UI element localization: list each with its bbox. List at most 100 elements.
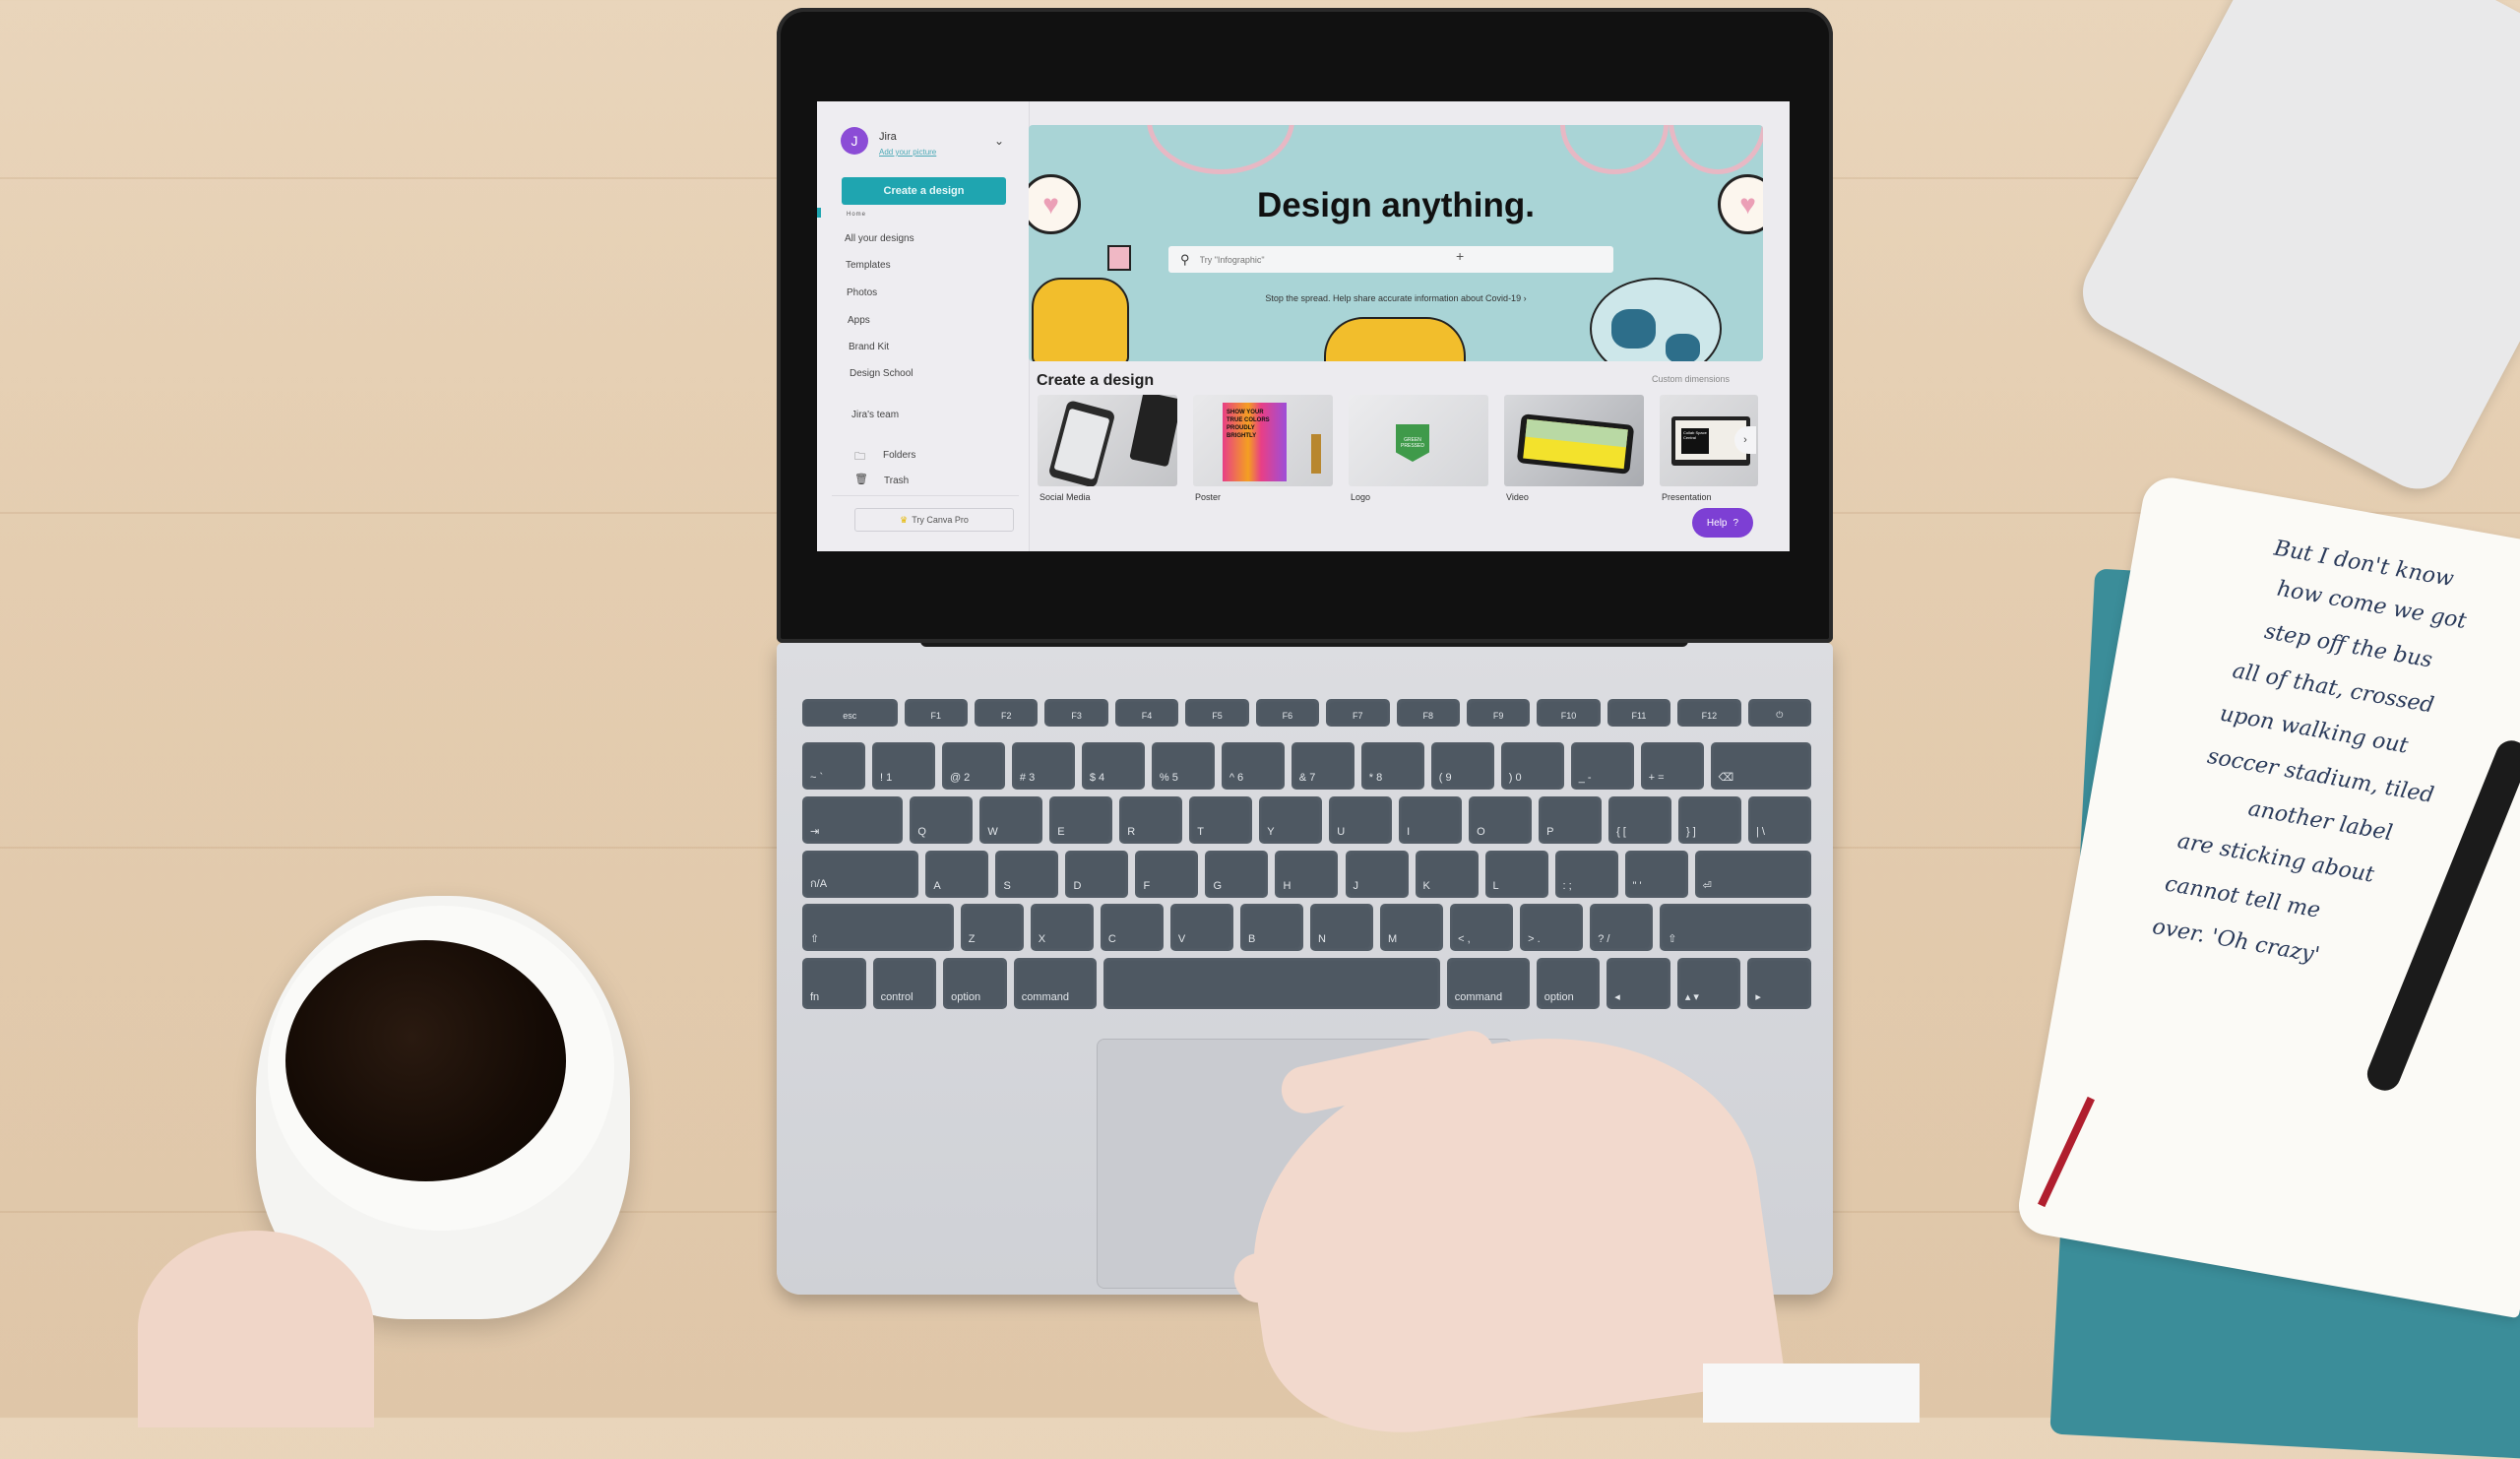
sidebar-item-brand-kit[interactable]: Brand Kit (849, 342, 889, 352)
search-bar[interactable]: ⚲ + (1168, 246, 1613, 273)
key[interactable]: option (943, 958, 1007, 1009)
key[interactable]: G (1205, 851, 1269, 898)
key[interactable]: ⇥ (802, 796, 904, 844)
custom-dimensions-link[interactable]: Custom dimensions (1652, 374, 1730, 384)
key[interactable]: A (925, 851, 989, 898)
key[interactable]: _ - (1570, 742, 1634, 790)
key[interactable]: ? / (1590, 904, 1654, 951)
design-card-logo[interactable]: GREEN PRESSED (1349, 395, 1488, 486)
key[interactable]: # 3 (1011, 742, 1075, 790)
key[interactable]: ⇧ (802, 904, 954, 951)
design-card-poster[interactable]: SHOW YOUR TRUE COLORS PROUDLY BRIGHTLY (1193, 395, 1333, 486)
key[interactable]: Z (960, 904, 1024, 951)
key[interactable]: F12 (1677, 699, 1741, 727)
try-pro-button[interactable]: ♛ Try Canva Pro (854, 508, 1014, 532)
key[interactable]: ) 0 (1500, 742, 1564, 790)
key[interactable]: " ' (1624, 851, 1688, 898)
key[interactable]: command (1013, 958, 1097, 1009)
key[interactable]: { [ (1608, 796, 1672, 844)
key[interactable]: ⏻ (1747, 699, 1811, 727)
key[interactable]: X (1030, 904, 1094, 951)
key[interactable]: ^ 6 (1221, 742, 1285, 790)
key[interactable]: F3 (1044, 699, 1108, 727)
key[interactable]: J (1345, 851, 1409, 898)
design-card-video[interactable] (1504, 395, 1644, 486)
key[interactable]: K (1415, 851, 1479, 898)
avatar[interactable]: J (841, 127, 868, 155)
key[interactable]: W (979, 796, 1043, 844)
key[interactable]: I (1399, 796, 1463, 844)
key[interactable]: < , (1450, 904, 1514, 951)
key[interactable]: B (1239, 904, 1303, 951)
key[interactable]: V (1169, 904, 1233, 951)
key[interactable] (1102, 958, 1440, 1009)
key[interactable]: command (1446, 958, 1530, 1009)
key[interactable]: @ 2 (941, 742, 1005, 790)
key[interactable]: ก/A (802, 851, 919, 898)
key[interactable]: & 7 (1291, 742, 1354, 790)
key[interactable]: | \ (1748, 796, 1811, 844)
key[interactable]: ◂ (1606, 958, 1670, 1009)
help-button[interactable]: Help ? (1692, 508, 1753, 538)
key[interactable]: F11 (1606, 699, 1671, 727)
key[interactable]: U (1329, 796, 1393, 844)
sidebar-item-team[interactable]: Jira's team (851, 410, 899, 420)
key[interactable]: F9 (1466, 699, 1531, 727)
key[interactable]: P (1539, 796, 1603, 844)
key[interactable]: D (1065, 851, 1129, 898)
key[interactable]: F1 (904, 699, 969, 727)
key[interactable]: ⌫ (1710, 742, 1811, 790)
key[interactable]: option (1536, 958, 1601, 1009)
next-arrow-button[interactable]: › (1734, 426, 1756, 454)
key[interactable]: N (1310, 904, 1374, 951)
add-picture-link[interactable]: Add your picture (879, 148, 936, 157)
key[interactable]: F10 (1537, 699, 1601, 727)
key[interactable]: T (1189, 796, 1253, 844)
create-design-button[interactable]: Create a design (842, 177, 1006, 205)
key[interactable]: > . (1520, 904, 1584, 951)
key[interactable]: F7 (1326, 699, 1390, 727)
key[interactable]: S (995, 851, 1059, 898)
key[interactable]: control (872, 958, 937, 1009)
sidebar-item-templates[interactable]: Templates (846, 260, 891, 271)
search-input[interactable] (1197, 253, 1576, 266)
design-card-social-media[interactable] (1038, 395, 1177, 486)
key[interactable]: : ; (1554, 851, 1618, 898)
key[interactable]: L (1484, 851, 1548, 898)
key[interactable]: Q (910, 796, 974, 844)
key[interactable]: R (1119, 796, 1183, 844)
sidebar-item-home[interactable]: Home (847, 212, 866, 218)
key[interactable]: fn (802, 958, 866, 1009)
sidebar-item-apps[interactable]: Apps (848, 315, 870, 326)
key[interactable]: $ 4 (1081, 742, 1145, 790)
key[interactable]: E (1049, 796, 1113, 844)
key[interactable]: F5 (1185, 699, 1249, 727)
sidebar-item-folders[interactable]: Folders (883, 450, 915, 461)
key[interactable]: ( 9 (1430, 742, 1494, 790)
sidebar-item-photos[interactable]: Photos (847, 287, 877, 298)
key[interactable]: ▴ ▾ (1676, 958, 1741, 1009)
key[interactable]: } ] (1678, 796, 1742, 844)
key[interactable]: C (1100, 904, 1164, 951)
key[interactable]: % 5 (1151, 742, 1215, 790)
key[interactable]: ! 1 (871, 742, 935, 790)
key[interactable]: ⏎ (1694, 851, 1811, 898)
sidebar-item-all-designs[interactable]: All your designs (845, 233, 914, 244)
key[interactable]: Y (1259, 796, 1323, 844)
key[interactable]: ⇧ (1660, 904, 1811, 951)
key[interactable]: M (1380, 904, 1444, 951)
sidebar-item-design-school[interactable]: Design School (850, 368, 913, 379)
key[interactable]: esc (802, 699, 898, 727)
key[interactable]: O (1469, 796, 1533, 844)
key[interactable]: F6 (1255, 699, 1320, 727)
key[interactable]: F (1135, 851, 1199, 898)
key[interactable]: * 8 (1360, 742, 1424, 790)
key[interactable]: F8 (1396, 699, 1460, 727)
key[interactable]: F2 (975, 699, 1039, 727)
key[interactable]: + = (1640, 742, 1704, 790)
key[interactable]: ▸ (1747, 958, 1811, 1009)
chevron-down-icon[interactable]: ⌄ (994, 134, 1004, 148)
key[interactable]: F4 (1114, 699, 1179, 727)
key[interactable]: H (1275, 851, 1339, 898)
key[interactable]: ~ ` (802, 742, 865, 790)
